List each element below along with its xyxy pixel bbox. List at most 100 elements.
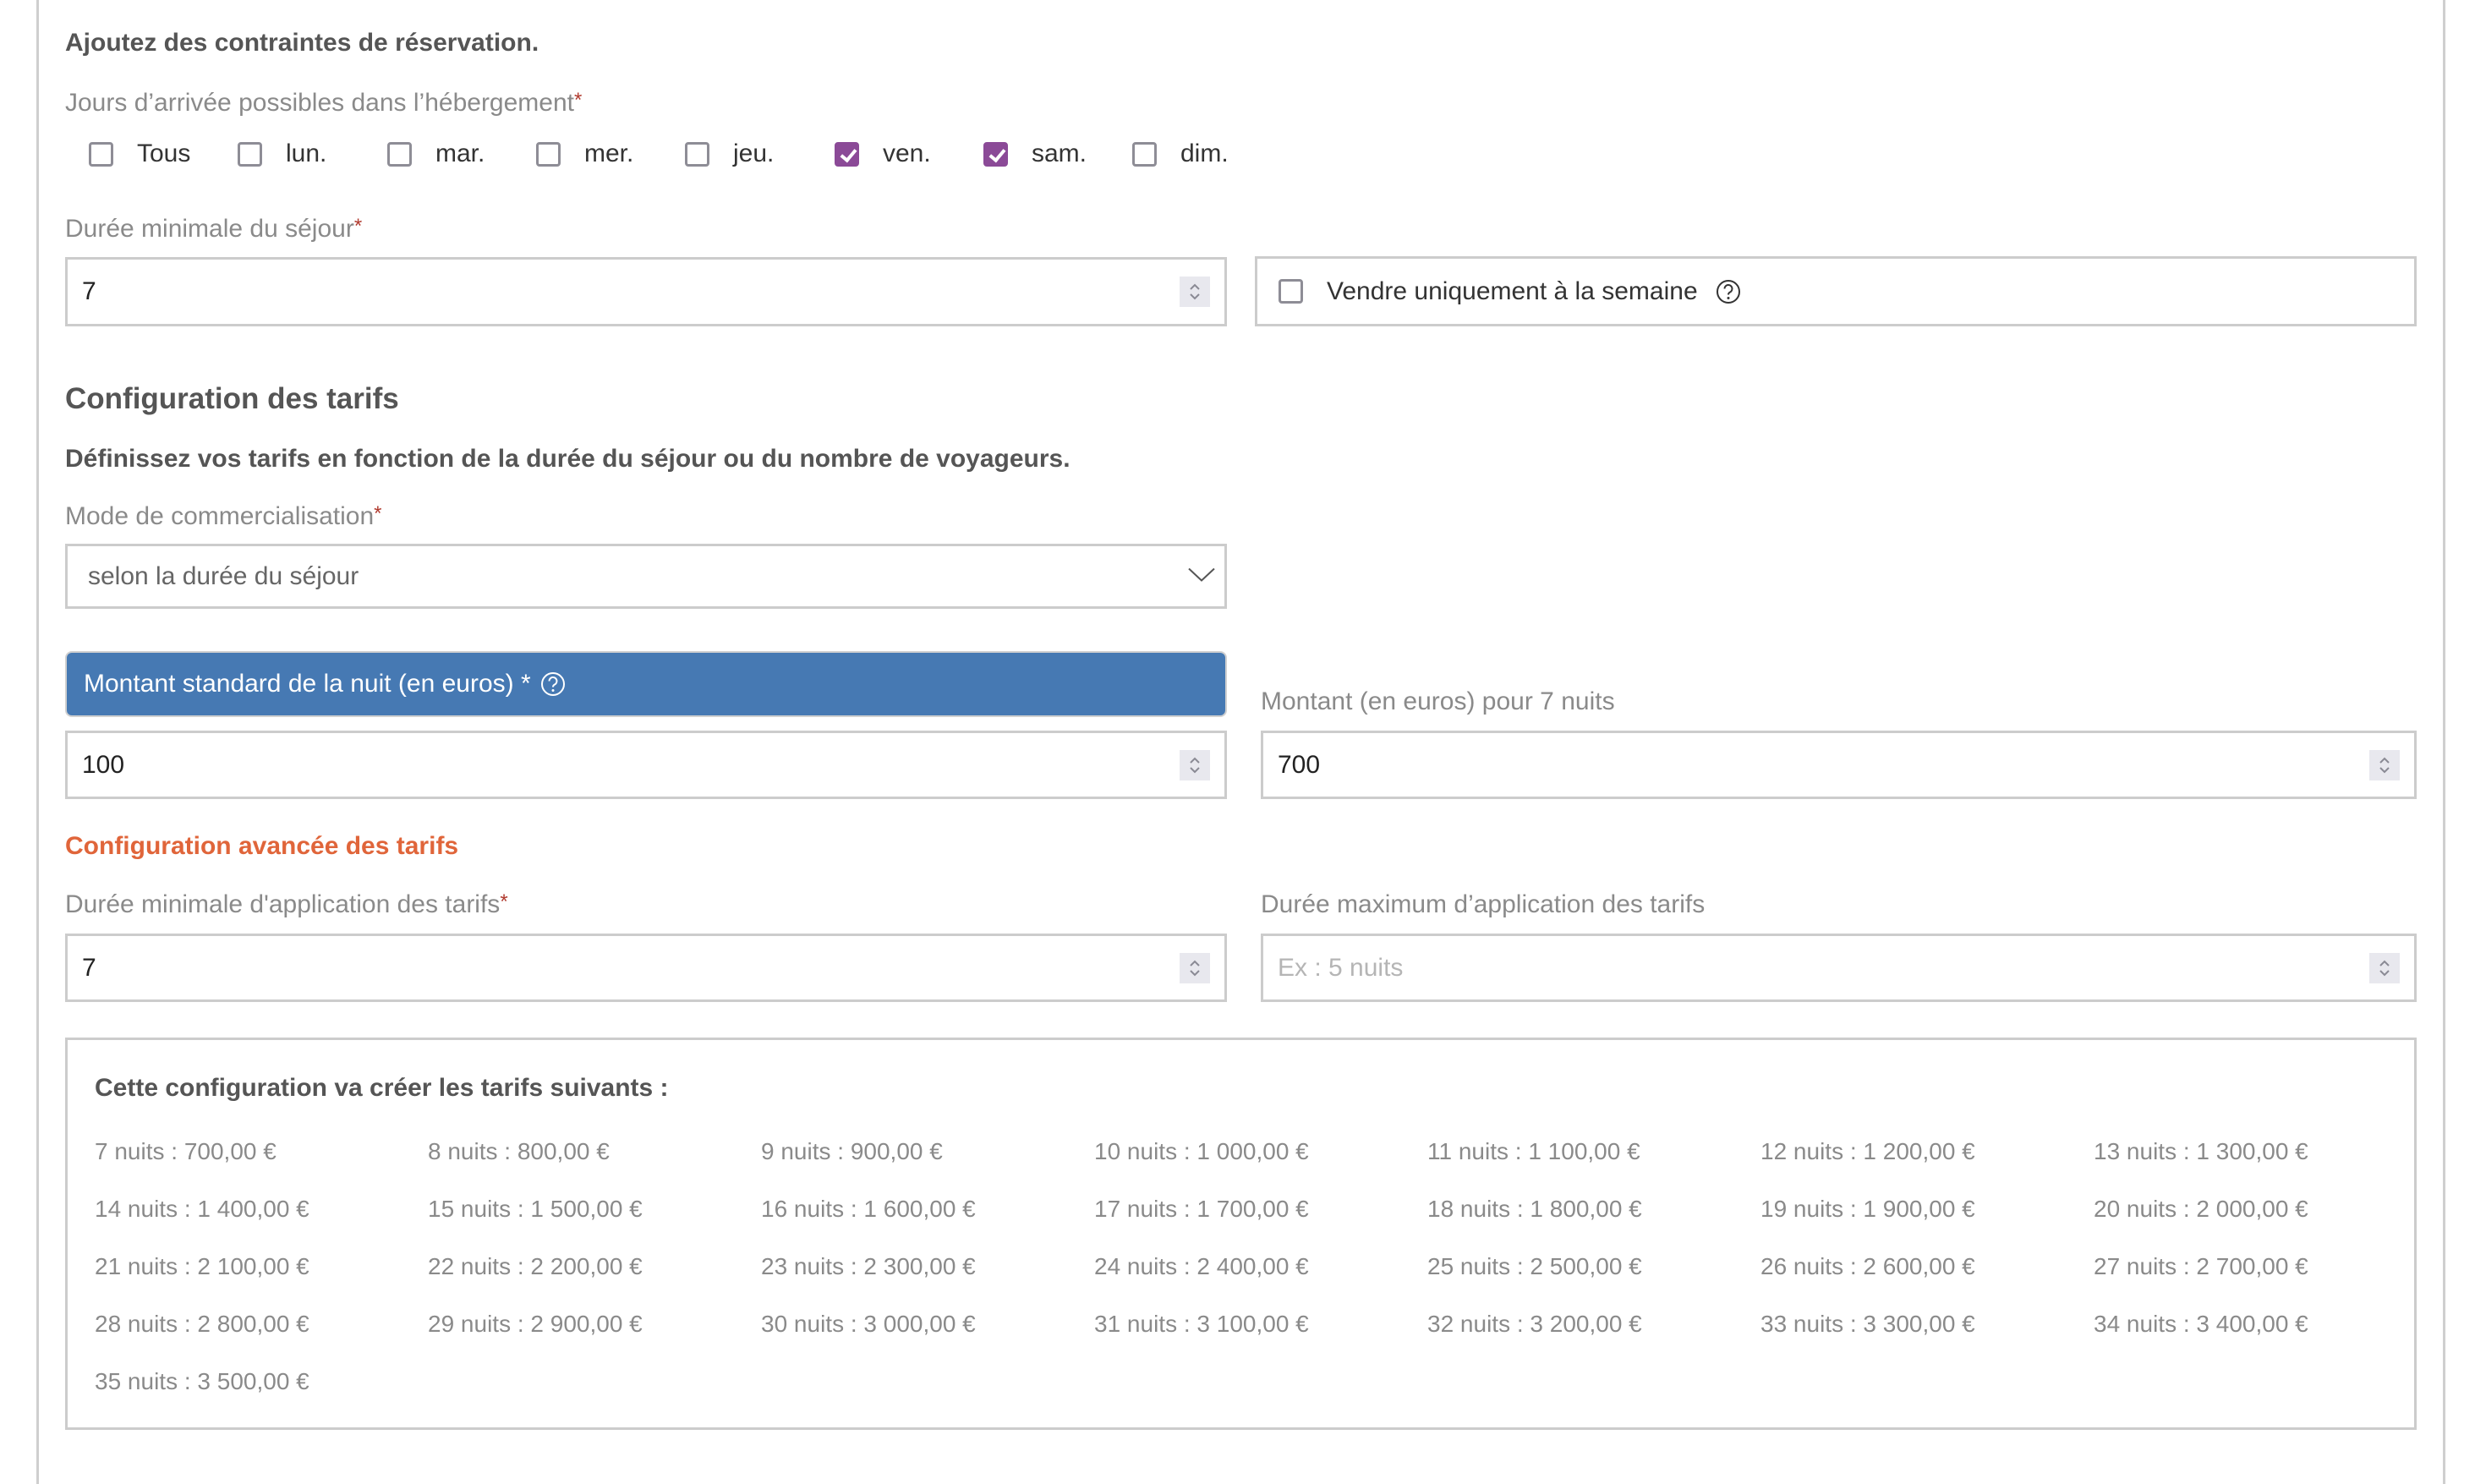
nightly-amount-value: 100 [82,750,125,779]
constraints-title: Ajoutez des contraintes de réservation. [65,29,539,57]
day-checkbox-item[interactable]: Tous [89,138,190,170]
tariff-item: 10 nuits : 1 000,00 € [1094,1138,1309,1164]
day-checkbox-item[interactable]: mer. [536,138,633,170]
panel-left-border [36,0,39,1484]
mode-select[interactable]: selon la durée du séjour [65,544,1227,609]
chevron-up-down-icon [2379,757,2390,773]
tariff-item: 13 nuits : 1 300,00 € [2094,1138,2308,1164]
weekly-only-box: Vendre uniquement à la semaine [1255,256,2417,326]
total-amount-input[interactable]: 700 [1261,731,2417,799]
tariff-item: 21 nuits : 2 100,00 € [95,1253,309,1279]
tariff-item: 27 nuits : 2 700,00 € [2094,1253,2308,1279]
tariff-item: 12 nuits : 1 200,00 € [1760,1138,1975,1164]
tariff-item: 14 nuits : 1 400,00 € [95,1196,309,1222]
panel-right-border [2443,0,2445,1484]
tariff-item: 11 nuits : 1 100,00 € [1427,1138,1640,1164]
day-label: Tous [137,140,191,167]
day-checkbox-item[interactable]: sam. [983,138,1087,170]
day-label: mer. [584,140,634,167]
total-amount-value: 700 [1278,750,1321,779]
min-stay-value: 7 [82,277,96,305]
required-mark: * [353,215,363,238]
tariff-item: 16 nuits : 1 600,00 € [761,1196,976,1222]
mode-label: Mode de commercialisation* [65,502,382,531]
tariff-summary-box: Cette configuration va créer les tarifs … [65,1038,2417,1430]
tariff-item: 18 nuits : 1 800,00 € [1427,1196,1642,1222]
min-stay-label-text: Durée minimale du séjour [65,215,354,243]
checkbox-unchecked-icon[interactable] [536,141,561,167]
tariff-item: 34 nuits : 3 400,00 € [2094,1311,2308,1337]
total-amount-stepper[interactable] [2369,749,2400,780]
day-label: lun. [286,140,327,167]
day-label: mar. [435,140,485,167]
tariff-item: 26 nuits : 2 600,00 € [1760,1253,1975,1279]
total-amount-label: Montant (en euros) pour 7 nuits [1261,687,1615,715]
required-mark: * [500,890,508,913]
chevron-up-down-icon [1190,757,1200,773]
min-duration-value: 7 [82,953,96,982]
chevron-up-down-icon [1190,283,1200,300]
checkbox-unchecked-icon[interactable] [89,141,113,167]
arrival-days-label-text: Jours d’arrivée possibles dans l’héberge… [65,89,574,117]
tariff-summary-heading: Cette configuration va créer les tarifs … [95,1074,669,1102]
tariff-item: 28 nuits : 2 800,00 € [95,1311,309,1337]
weekly-only-label: Vendre uniquement à la semaine [1327,277,1698,305]
day-checkbox-item[interactable]: jeu. [685,138,774,170]
max-duration-stepper[interactable] [2369,952,2400,983]
chevron-up-down-icon [2379,960,2390,976]
weekly-only-checkbox-item[interactable]: Vendre uniquement à la semaine [1279,277,1742,306]
tariff-item: 24 nuits : 2 400,00 € [1094,1253,1309,1279]
tariff-item: 29 nuits : 2 900,00 € [428,1311,643,1337]
pricing-subtitle: Définissez vos tarifs en fonction de la … [65,445,1070,473]
tariff-item: 17 nuits : 1 700,00 € [1094,1196,1309,1222]
tariff-item: 9 nuits : 900,00 € [761,1138,943,1164]
tariff-item: 33 nuits : 3 300,00 € [1760,1311,1975,1337]
checkbox-unchecked-icon[interactable] [685,141,709,167]
checkbox-unchecked-icon[interactable] [238,141,262,167]
mode-label-text: Mode de commercialisation [65,502,375,530]
arrival-days-label: Jours d’arrivée possibles dans l’héberge… [65,89,582,118]
max-duration-placeholder: Ex : 5 nuits [1278,953,1404,982]
tariff-item: 15 nuits : 1 500,00 € [428,1196,643,1222]
day-checkbox-item[interactable]: mar. [387,138,485,170]
tariff-item: 7 nuits : 700,00 € [95,1138,277,1164]
tariff-item: 23 nuits : 2 300,00 € [761,1253,976,1279]
tariff-item: 32 nuits : 3 200,00 € [1427,1311,1642,1337]
min-stay-input[interactable]: 7 [65,257,1227,326]
min-stay-stepper[interactable] [1180,277,1210,307]
weekly-only-checkbox[interactable] [1279,279,1303,304]
day-label: jeu. [733,140,775,167]
checkbox-unchecked-icon[interactable] [1132,141,1157,167]
checkbox-checked-icon[interactable] [983,141,1008,167]
question-circle-icon[interactable] [1715,278,1742,305]
mode-select-value: selon la durée du séjour [88,561,359,590]
min-duration-label-text: Durée minimale d'application des tarifs [65,890,501,918]
day-checkbox-item[interactable]: lun. [238,138,326,170]
nightly-amount-header: Montant standard de la nuit (en euros) * [65,651,1227,717]
day-label: dim. [1180,140,1229,167]
nightly-amount-stepper[interactable] [1180,749,1210,780]
nightly-amount-input[interactable]: 100 [65,731,1227,799]
min-stay-label: Durée minimale du séjour* [65,215,362,244]
day-checkbox-item[interactable]: dim. [1132,138,1229,170]
nightly-amount-label: Montant standard de la nuit (en euros) * [84,670,531,698]
question-circle-icon[interactable] [539,671,567,698]
tariff-item: 31 nuits : 3 100,00 € [1094,1311,1309,1337]
pricing-title: Configuration des tarifs [65,382,399,415]
max-duration-input[interactable]: Ex : 5 nuits [1261,934,2417,1002]
advanced-pricing-title[interactable]: Configuration avancée des tarifs [65,832,458,861]
checkbox-checked-icon[interactable] [835,141,859,167]
tariff-item: 22 nuits : 2 200,00 € [428,1253,643,1279]
min-duration-stepper[interactable] [1180,952,1210,983]
tariff-item: 20 nuits : 2 000,00 € [2094,1196,2308,1222]
checkbox-unchecked-icon[interactable] [387,141,412,167]
tariff-item: 8 nuits : 800,00 € [428,1138,610,1164]
tariff-item: 30 nuits : 3 000,00 € [761,1311,976,1337]
min-duration-input[interactable]: 7 [65,934,1227,1002]
day-label: sam. [1032,140,1087,167]
tariff-item: 19 nuits : 1 900,00 € [1760,1196,1975,1222]
required-mark: * [374,502,382,525]
tariff-item: 35 nuits : 3 500,00 € [95,1368,309,1394]
chevron-up-down-icon [1190,960,1200,976]
day-checkbox-item[interactable]: ven. [835,138,931,170]
